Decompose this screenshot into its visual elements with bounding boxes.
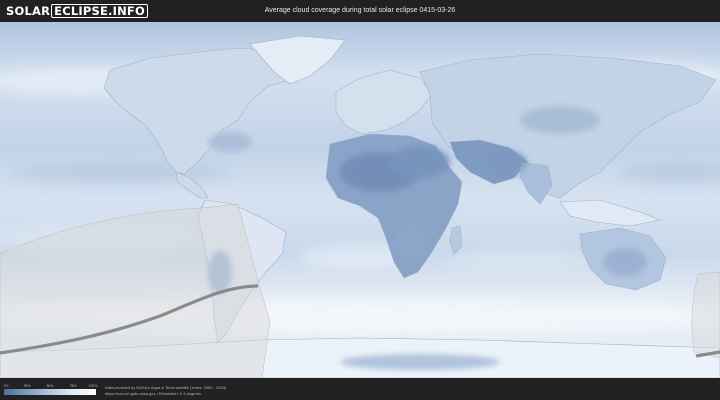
legend-tick: 100%: [88, 384, 98, 388]
data-source-link[interactable]: https://neo.sci.gsfc.nasa.gov | Resoluti…: [105, 391, 201, 396]
data-credit: Data provided by NASA's Aqua & Terra sat…: [105, 385, 227, 390]
legend-tick: 0%: [3, 384, 9, 388]
legend-tick: 50%: [46, 384, 54, 388]
eclipse-path-band-east: [691, 271, 720, 359]
map-title: Average cloud coverage during total sola…: [264, 7, 456, 14]
cloud-coverage-legend: [4, 389, 96, 395]
footer-bar: 0% 25% 50% 75% 100% Data provided by NAS…: [0, 378, 720, 400]
header-bar: SOLAR ECLIPSE.INFO Average cloud coverag…: [0, 0, 720, 22]
legend-tick: 25%: [23, 384, 31, 388]
cloud-coverage-map: [0, 22, 720, 378]
legend-tick: 75%: [69, 384, 77, 388]
page: SOLAR ECLIPSE.INFO Average cloud coverag…: [0, 0, 720, 400]
